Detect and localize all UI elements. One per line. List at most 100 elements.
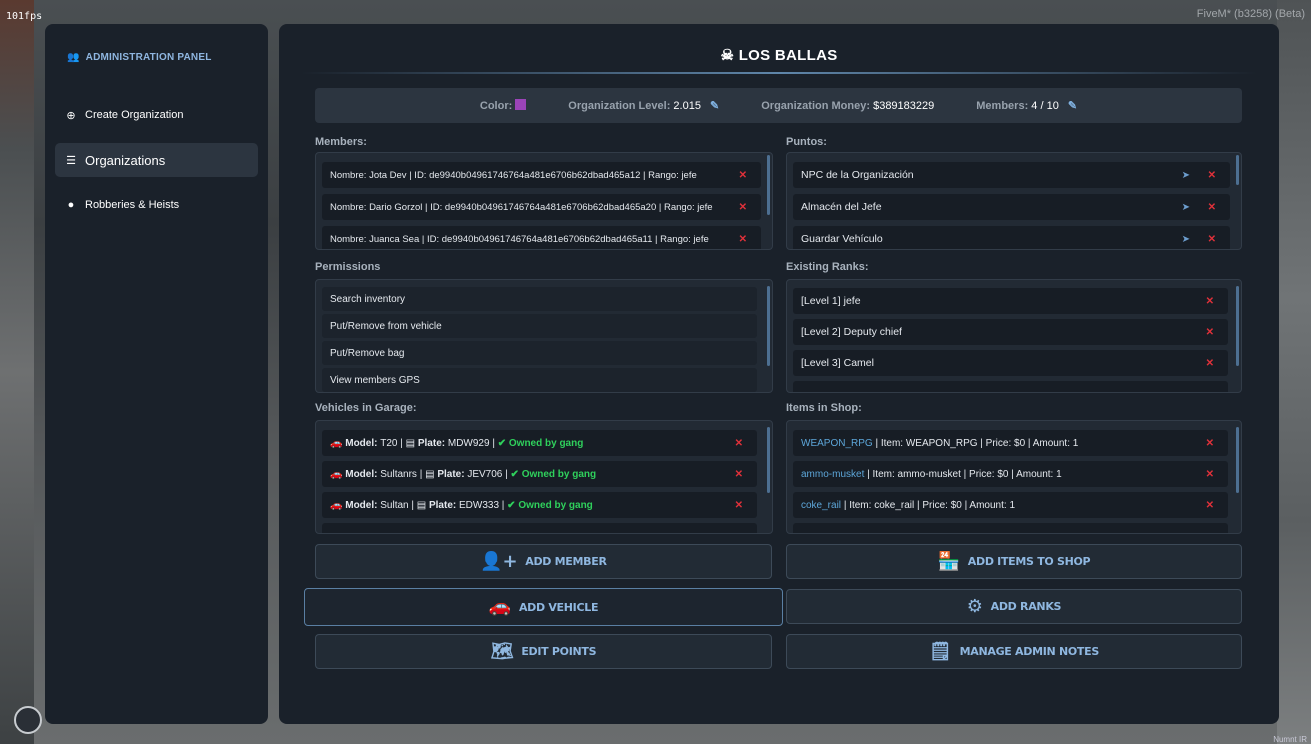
sidebar-item-organizations[interactable]: ☰ Organizations — [55, 143, 258, 177]
remove-rank-icon[interactable]: ✕ — [1206, 327, 1214, 338]
edit-level-icon[interactable]: ✎ — [710, 100, 719, 112]
add-items-to-shop-button[interactable]: 🏪 ADD ITEMS TO SHOP — [786, 544, 1242, 579]
remove-point-icon[interactable]: ✕ — [1208, 170, 1216, 181]
navigate-icon[interactable]: ➤ — [1182, 202, 1190, 213]
model-label: Model: — [345, 437, 378, 449]
vehicle-row: 🚗 Model: Sultan | ▤ Plate: EDW333 | ✔ Ow… — [322, 492, 757, 518]
check-icon: ✔ — [497, 437, 509, 449]
permission-row[interactable]: Search inventory — [322, 287, 757, 311]
remove-vehicle-icon[interactable]: ✕ — [735, 500, 743, 511]
sidebar-item-robberies-heists[interactable]: ● Robberies & Heists — [55, 188, 258, 222]
permission-row[interactable]: Put/Remove from vehicle — [322, 314, 757, 338]
vehicles-list[interactable]: 🚗 Model: T20 | ▤ Plate: MDW929 | ✔ Owned… — [315, 420, 773, 534]
vehicle-model: T20 — [380, 437, 398, 449]
vehicle-row-partial — [322, 523, 757, 533]
shop-item-row: coke_rail | Item: coke_rail | Price: $0 … — [793, 492, 1228, 518]
users-icon: 👥 — [67, 52, 80, 63]
remove-shop-item-icon[interactable]: ✕ — [1206, 438, 1214, 449]
sidebar-item-label: Robberies & Heists — [85, 199, 180, 211]
remove-rank-icon[interactable]: ✕ — [1206, 296, 1214, 307]
add-vehicle-label: ADD VEHICLE — [518, 600, 599, 614]
check-icon: ✔ — [510, 468, 522, 480]
manage-admin-notes-button[interactable]: 🗒 MANAGE ADMIN NOTES — [786, 634, 1242, 669]
id-card-icon: ▤ — [425, 468, 438, 480]
permission-text: Put/Remove bag — [330, 347, 405, 359]
edit-points-button[interactable]: 🗺 EDIT POINTS — [315, 634, 772, 669]
members-info: Members: 4 / 10 ✎ — [976, 99, 1077, 112]
ranks-scrollbar[interactable] — [1236, 286, 1239, 366]
members-label: Members: — [315, 136, 367, 148]
plate-label: Plate: — [417, 437, 446, 449]
rank-text: [Level 3] Camel — [801, 357, 874, 369]
ranks-label: Existing Ranks: — [786, 261, 869, 273]
plate-label: Plate: — [428, 499, 457, 511]
car-icon: 🚗 — [330, 499, 346, 511]
members-list[interactable]: Nombre: Jota Dev | ID: de9940b0496174676… — [315, 152, 773, 250]
bottom-tag: Numnt IR — [1273, 735, 1307, 744]
member-text: Nombre: Juanca Sea | ID: de9940b04961746… — [330, 233, 709, 245]
members-scrollbar[interactable] — [767, 155, 770, 215]
vehicles-scrollbar[interactable] — [767, 427, 770, 493]
shop-item-row-partial — [793, 523, 1228, 533]
shop-item-detail: | Item: ammo-musket | Price: $0 | Amount… — [867, 468, 1062, 480]
money-bag-icon: ● — [67, 199, 75, 211]
shop-label: Items in Shop: — [786, 402, 862, 414]
shop-item-row: WEAPON_RPG | Item: WEAPON_RPG | Price: $… — [793, 430, 1228, 456]
remove-shop-item-icon[interactable]: ✕ — [1206, 469, 1214, 480]
permissions-list[interactable]: Search inventory Put/Remove from vehicle… — [315, 279, 773, 393]
add-ranks-button[interactable]: ⚙ ADD RANKS — [786, 589, 1242, 624]
shop-list[interactable]: WEAPON_RPG | Item: WEAPON_RPG | Price: $… — [786, 420, 1242, 534]
point-row: Almacén del Jefe ➤ ✕ — [793, 194, 1230, 220]
id-card-icon: ▤ — [416, 499, 429, 511]
model-label: Model: — [345, 499, 378, 511]
plus-circle-icon: ⊕ — [66, 109, 76, 122]
organization-panel: ☠ LOS BALLAS Color: Organization Level: … — [279, 24, 1279, 724]
remove-vehicle-icon[interactable]: ✕ — [735, 438, 743, 449]
remove-vehicle-icon[interactable]: ✕ — [735, 469, 743, 480]
shop-item-detail: | Item: coke_rail | Price: $0 | Amount: … — [843, 499, 1016, 511]
page-title: ☠ LOS BALLAS — [279, 46, 1279, 64]
remove-member-icon[interactable]: ✕ — [739, 170, 747, 181]
member-row: Nombre: Jota Dev | ID: de9940b0496174676… — [322, 162, 761, 188]
points-scrollbar[interactable] — [1236, 155, 1239, 185]
map-location-icon: 🗺 — [490, 640, 514, 662]
points-list[interactable]: NPC de la Organización ➤ ✕ Almacén del Je… — [786, 152, 1242, 250]
sidebar-item-label: Create Organization — [85, 109, 184, 121]
remove-point-icon[interactable]: ✕ — [1208, 234, 1216, 245]
level-value: 2.015 — [673, 100, 701, 112]
id-card-icon: ▤ — [405, 437, 418, 449]
remove-member-icon[interactable]: ✕ — [739, 202, 747, 213]
add-member-button[interactable]: 👤+ ADD MEMBER — [315, 544, 772, 579]
edit-members-icon[interactable]: ✎ — [1068, 100, 1077, 112]
navigate-icon[interactable]: ➤ — [1182, 234, 1190, 245]
sidebar-item-create-organization[interactable]: ⊕ Create Organization — [55, 98, 258, 132]
corner-action-button[interactable] — [14, 706, 42, 734]
remove-point-icon[interactable]: ✕ — [1208, 202, 1216, 213]
permission-row[interactable]: View members GPS — [322, 368, 757, 392]
remove-rank-icon[interactable]: ✕ — [1206, 358, 1214, 369]
point-text: NPC de la Organización — [801, 169, 914, 181]
members-count-value: 4 / 10 — [1031, 100, 1059, 112]
money-value: $389183229 — [873, 99, 935, 112]
vehicle-row: 🚗 Model: Sultanrs | ▤ Plate: JEV706 | ✔ … — [322, 461, 757, 487]
game-background-left — [0, 0, 34, 744]
point-text: Almacén del Jefe — [801, 201, 882, 213]
permission-row[interactable]: Put/Remove bag — [322, 341, 757, 365]
sidebar-title-text: ADMINISTRATION PANEL — [85, 52, 212, 63]
shop-item-name: ammo-musket — [801, 468, 865, 480]
permissions-scrollbar[interactable] — [767, 286, 770, 366]
ranks-list[interactable]: [Level 1] jefe ✕ [Level 2] Deputy chief ✕ … — [786, 279, 1242, 393]
store-icon: 🏪 — [937, 550, 960, 572]
navigate-icon[interactable]: ➤ — [1182, 170, 1190, 181]
list-icon: ☰ — [66, 154, 76, 167]
shop-scrollbar[interactable] — [1236, 427, 1239, 493]
level-info: Organization Level: 2.015 ✎ — [568, 99, 719, 112]
members-count-label: Members: — [976, 100, 1029, 112]
money-info: Organization Money: $389183229 — [761, 100, 934, 112]
shop-item-name: coke_rail — [801, 499, 842, 511]
remove-member-icon[interactable]: ✕ — [739, 234, 747, 245]
remove-shop-item-icon[interactable]: ✕ — [1206, 500, 1214, 511]
add-vehicle-button[interactable]: 🚗 ADD VEHICLE — [304, 588, 783, 626]
shop-item-detail: | Item: WEAPON_RPG | Price: $0 | Amount:… — [875, 437, 1079, 449]
add-ranks-label: ADD RANKS — [990, 600, 1062, 613]
